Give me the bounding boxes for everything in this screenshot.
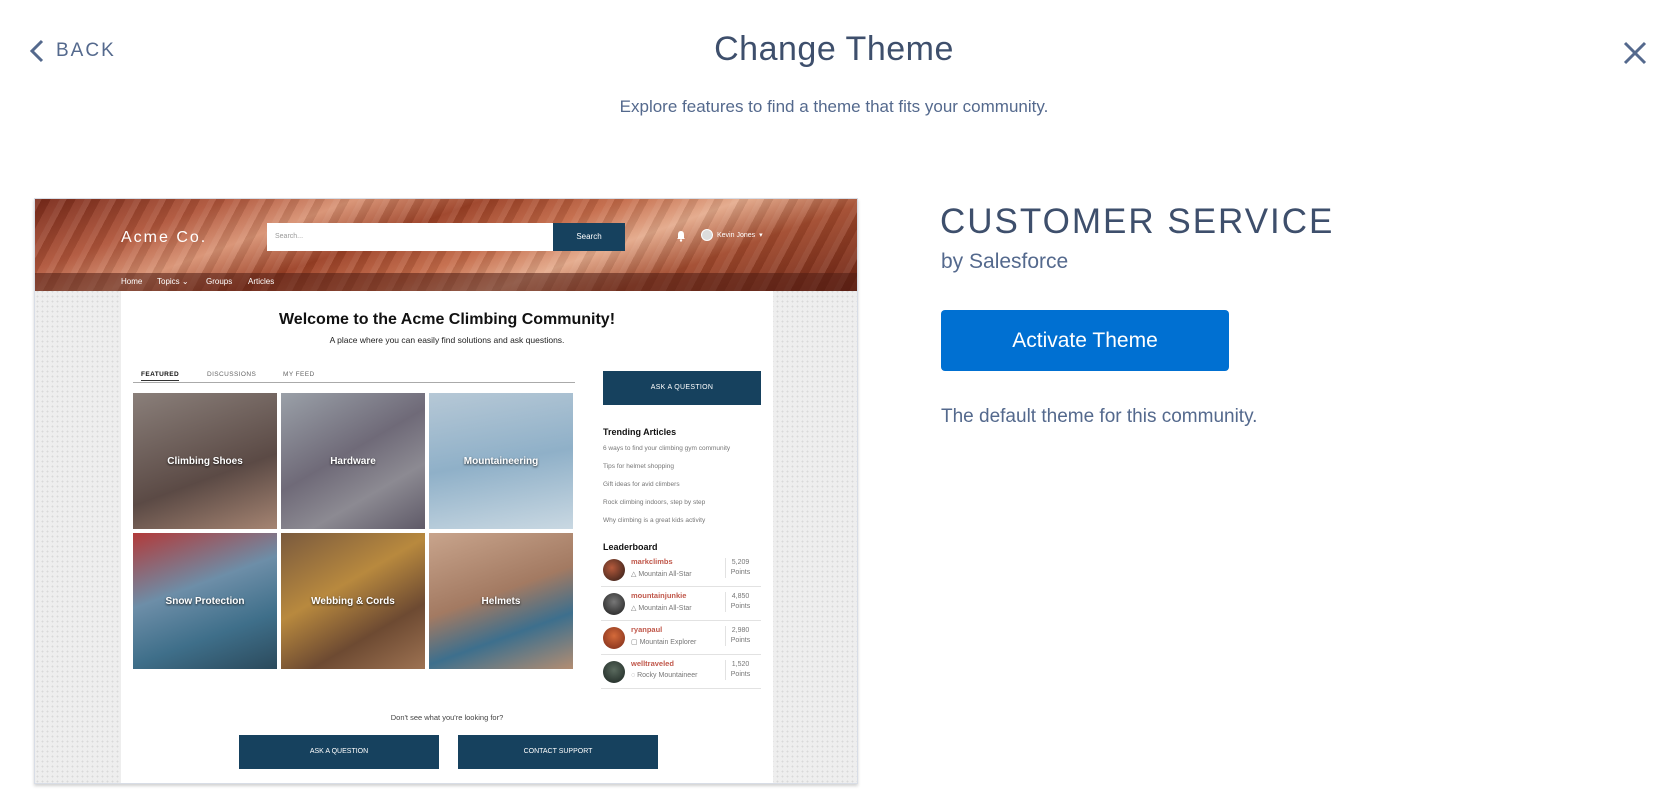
leaderboard-name: markclimbs bbox=[631, 557, 673, 566]
page-subtitle: Explore features to find a theme that fi… bbox=[619, 97, 1049, 116]
leaderboard-points: 1,520 Points bbox=[725, 660, 755, 680]
page-title: Change Theme bbox=[714, 30, 954, 68]
leaderboard-row: mountainjunkie △ Mountain All-Star 4,850… bbox=[601, 587, 761, 621]
preview-welcome: Welcome to the Acme Climbing Community! bbox=[278, 311, 616, 328]
avatar bbox=[603, 593, 625, 615]
activate-theme-button[interactable]: Activate Theme bbox=[941, 310, 1229, 371]
preview-trending-item: Rock climbing indoors, step by step bbox=[603, 499, 706, 506]
preview-tabs: FEATURED DISCUSSIONS MY FEED bbox=[133, 369, 575, 383]
preview-leaderboard-title: Leaderboard bbox=[603, 542, 658, 552]
avatar bbox=[603, 559, 625, 581]
tile-climbing-shoes: Climbing Shoes bbox=[133, 393, 277, 529]
leaderboard-points: 5,209 Points bbox=[725, 558, 755, 578]
theme-name: CUSTOMER SERVICE bbox=[940, 202, 1335, 241]
tile-mountaineering: Mountaineering bbox=[429, 393, 573, 529]
preview-nav-articles: Articles bbox=[248, 277, 275, 286]
avatar bbox=[603, 627, 625, 649]
preview-contact-support-button: CONTACT SUPPORT bbox=[458, 735, 658, 769]
preview-search-button: Search bbox=[553, 223, 625, 251]
preview-bottom-ask-button: ASK A QUESTION bbox=[239, 735, 439, 769]
avatar bbox=[603, 661, 625, 683]
leaderboard-rank: ◌ Rocky Mountaineer bbox=[631, 672, 698, 679]
preview-tab-featured: FEATURED bbox=[141, 371, 180, 381]
preview-brand: Acme Co. bbox=[121, 229, 208, 246]
preview-tab-my-feed: MY FEED bbox=[283, 371, 315, 378]
leaderboard-points: 4,850 Points bbox=[725, 592, 755, 612]
preview-banner: Acme Co. Search... Search Kevin Jones ▾ … bbox=[35, 199, 857, 291]
preview-user-menu: Kevin Jones ▾ bbox=[701, 229, 763, 241]
leaderboard-name: mountainjunkie bbox=[631, 591, 687, 600]
bell-icon bbox=[677, 231, 685, 242]
leaderboard-name: ryanpaul bbox=[631, 625, 663, 634]
caret-down-icon: ▾ bbox=[759, 232, 763, 239]
avatar bbox=[701, 229, 713, 241]
preview-not-found-text: Don't see what you're looking for? bbox=[390, 713, 504, 722]
leaderboard-name: welltraveled bbox=[631, 659, 674, 668]
tile-snow-protection: Snow Protection bbox=[133, 533, 277, 669]
theme-description: The default theme for this community. bbox=[941, 406, 1258, 427]
preview-user-name: Kevin Jones bbox=[717, 231, 756, 239]
leaderboard-row: markclimbs △ Mountain All-Star 5,209 Poin… bbox=[601, 553, 761, 587]
preview-search-input: Search... bbox=[267, 223, 553, 251]
tile-webbing-cords: Webbing & Cords bbox=[281, 533, 425, 669]
leaderboard-rank: △ Mountain All-Star bbox=[631, 571, 692, 578]
preview-content: Welcome to the Acme Climbing Community! … bbox=[121, 291, 773, 783]
theme-preview: Acme Co. Search... Search Kevin Jones ▾ … bbox=[34, 198, 858, 784]
close-icon[interactable] bbox=[1622, 40, 1648, 66]
tile-hardware: Hardware bbox=[281, 393, 425, 529]
leaderboard-rank: △ Mountain All-Star bbox=[631, 605, 692, 612]
preview-trending-item: Why climbing is a great kids activity bbox=[603, 517, 706, 524]
leaderboard-row: welltraveled ◌ Rocky Mountaineer 1,520 Po… bbox=[601, 655, 761, 689]
leaderboard-points: 2,980 Points bbox=[725, 626, 755, 646]
tile-helmets: Helmets bbox=[429, 533, 573, 669]
preview-ask-question-button: ASK A QUESTION bbox=[603, 371, 761, 405]
preview-trending-item: 6 ways to find your climbing gym communi… bbox=[603, 445, 731, 452]
theme-author: by Salesforce bbox=[941, 250, 1069, 273]
leaderboard-rank: ▢ Mountain Explorer bbox=[631, 639, 697, 646]
preview-nav: Home Topics ⌄ Groups Articles bbox=[35, 273, 857, 291]
preview-trending-item: Tips for helmet shopping bbox=[603, 463, 674, 470]
preview-trending-item: Gift ideas for avid climbers bbox=[603, 481, 680, 488]
preview-tagline: A place where you can easily find soluti… bbox=[329, 335, 565, 345]
preview-nav-groups: Groups bbox=[206, 277, 233, 286]
preview-nav-topics: Topics ⌄ bbox=[157, 277, 189, 286]
leaderboard-row: ryanpaul ▢ Mountain Explorer 2,980 Points bbox=[601, 621, 761, 655]
preview-nav-home: Home bbox=[121, 277, 143, 286]
preview-trending-title: Trending Articles bbox=[603, 427, 677, 437]
preview-tab-discussions: DISCUSSIONS bbox=[207, 371, 257, 378]
